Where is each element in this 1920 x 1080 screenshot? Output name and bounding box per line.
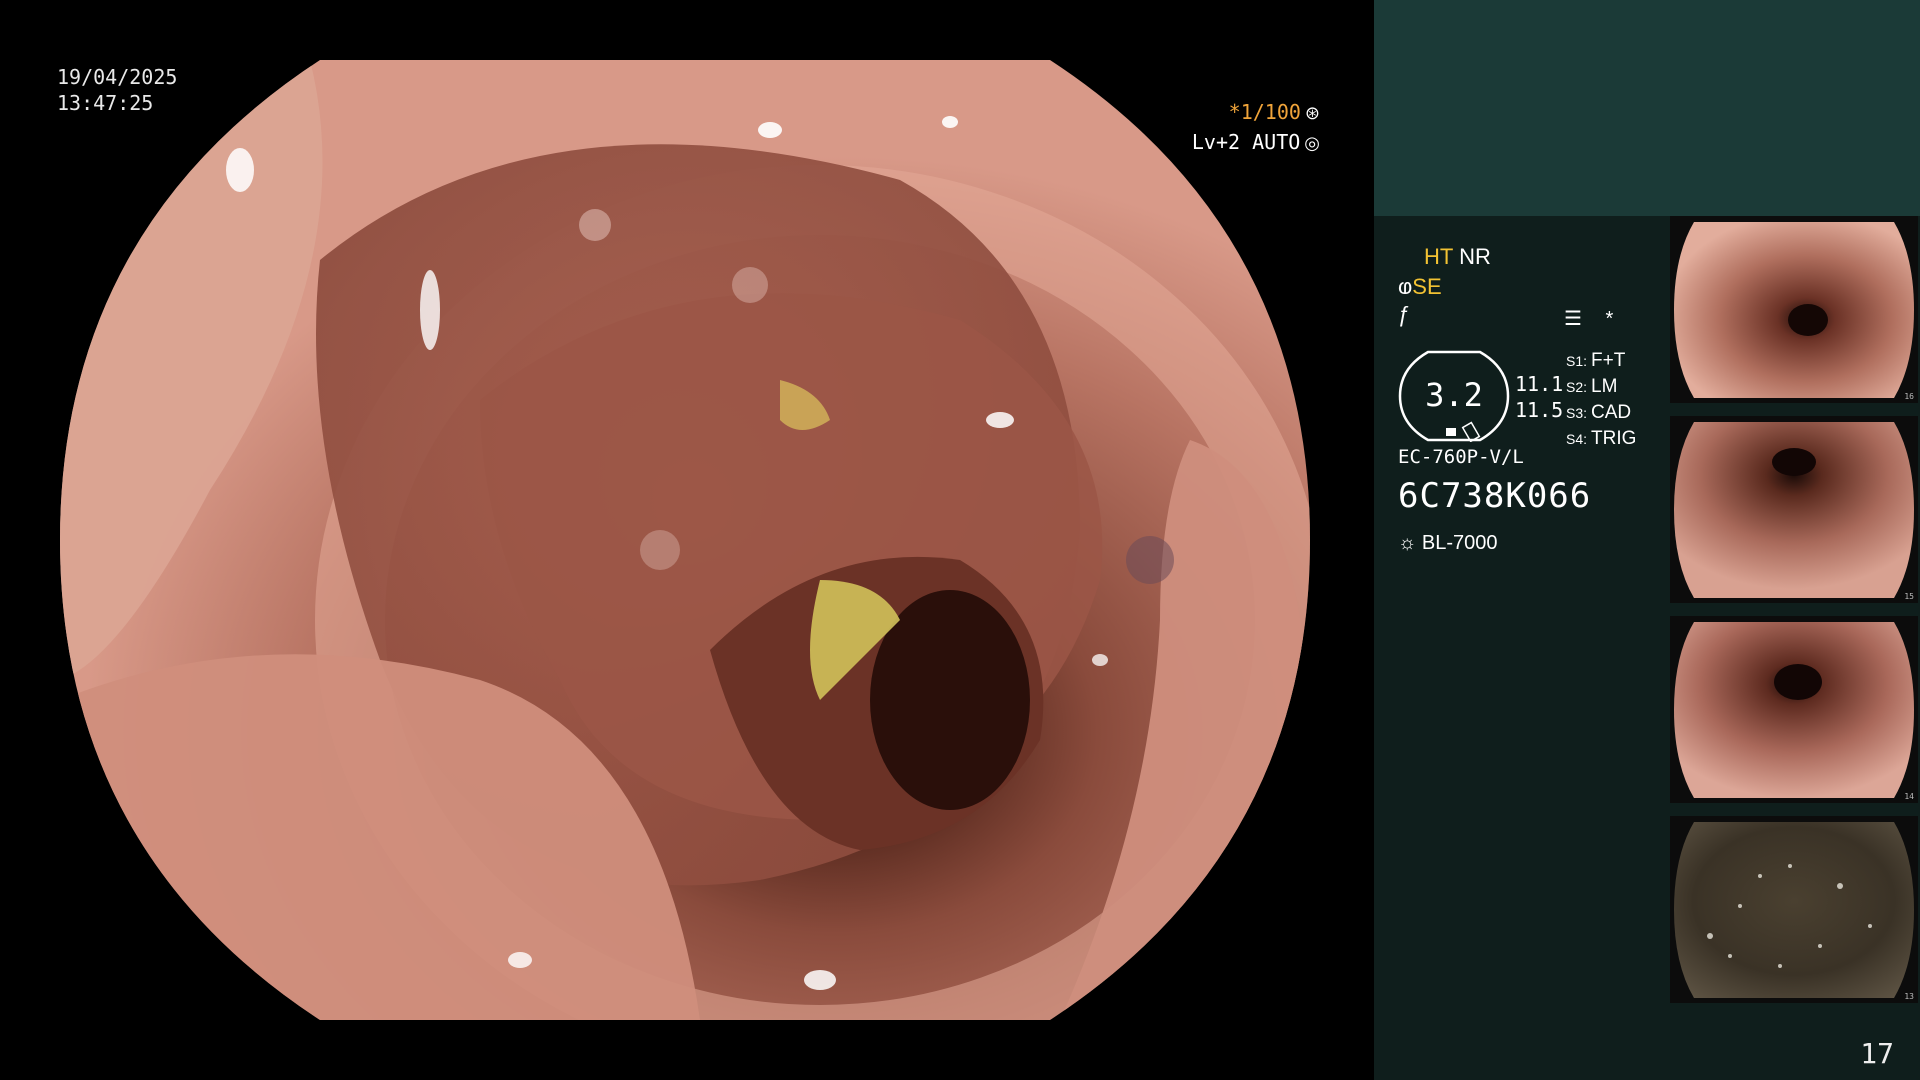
switch-item: S2: LM bbox=[1566, 376, 1618, 397]
lamp-icon: ☼ bbox=[1398, 532, 1417, 554]
asterisk-icon: * bbox=[1605, 308, 1614, 330]
thumbnail-strip: 16 15 14 13 bbox=[1670, 216, 1920, 1016]
se-icon: ⱷ bbox=[1398, 274, 1413, 299]
page-number: 17 bbox=[1860, 1037, 1894, 1070]
endoscope-screen: 19/04/2025 13:47:25 *1/100 ⊛ Lv+2 AUTO ◎… bbox=[0, 0, 1920, 1080]
switch-list: S1: F+T S2: LM S3: CAD S4: TRIG bbox=[1566, 348, 1636, 452]
ht-nr-row: HT NR bbox=[1424, 244, 1491, 270]
thumbnail[interactable]: 13 bbox=[1670, 816, 1918, 1003]
right-panel-top bbox=[1374, 0, 1920, 216]
thumbnail-label: 14 bbox=[1904, 792, 1914, 801]
menu-icon: ☰ bbox=[1564, 308, 1582, 330]
thumbnail[interactable]: 15 bbox=[1670, 416, 1918, 603]
value-2: 11.5 bbox=[1515, 398, 1564, 422]
f-icon: ƒ bbox=[1398, 302, 1411, 327]
se-label: SE bbox=[1412, 274, 1442, 299]
ring-value: 3.2 bbox=[1425, 376, 1483, 414]
nr-label: NR bbox=[1459, 244, 1491, 269]
switch-item: S3: CAD bbox=[1566, 402, 1632, 423]
aperture-icon: ⊛ bbox=[1304, 103, 1320, 124]
thumbnail[interactable]: 14 bbox=[1670, 616, 1918, 803]
thumbnail-label: 13 bbox=[1904, 992, 1914, 1001]
scope-model: EC-760P-V/L bbox=[1398, 446, 1524, 468]
shutter-status: *1/100 ⊛ Lv+2 AUTO ◎ bbox=[1192, 98, 1320, 158]
thumbnail-label: 15 bbox=[1904, 592, 1914, 601]
iris-icon: ◎ bbox=[1304, 133, 1320, 154]
thumbnail-label: 16 bbox=[1904, 392, 1914, 401]
scope-serial: 6C738K066 bbox=[1398, 476, 1592, 516]
se-row: ⱷSE bbox=[1398, 274, 1442, 300]
value-1: 11.1 bbox=[1515, 372, 1564, 396]
shutter-value: *1/100 bbox=[1228, 100, 1301, 124]
auto-label: AUTO bbox=[1252, 130, 1301, 154]
thumbnail[interactable]: 16 bbox=[1670, 216, 1918, 403]
light-source: ☼ BL-7000 bbox=[1398, 532, 1498, 554]
switch-item: S1: F+T bbox=[1566, 350, 1626, 371]
endoscopy-image bbox=[60, 60, 1310, 1020]
level-value: Lv+2 bbox=[1191, 130, 1241, 154]
icon-row: ☰ * bbox=[1564, 306, 1631, 331]
switch-item: S4: TRIG bbox=[1566, 428, 1637, 449]
ht-label: HT bbox=[1424, 244, 1453, 269]
